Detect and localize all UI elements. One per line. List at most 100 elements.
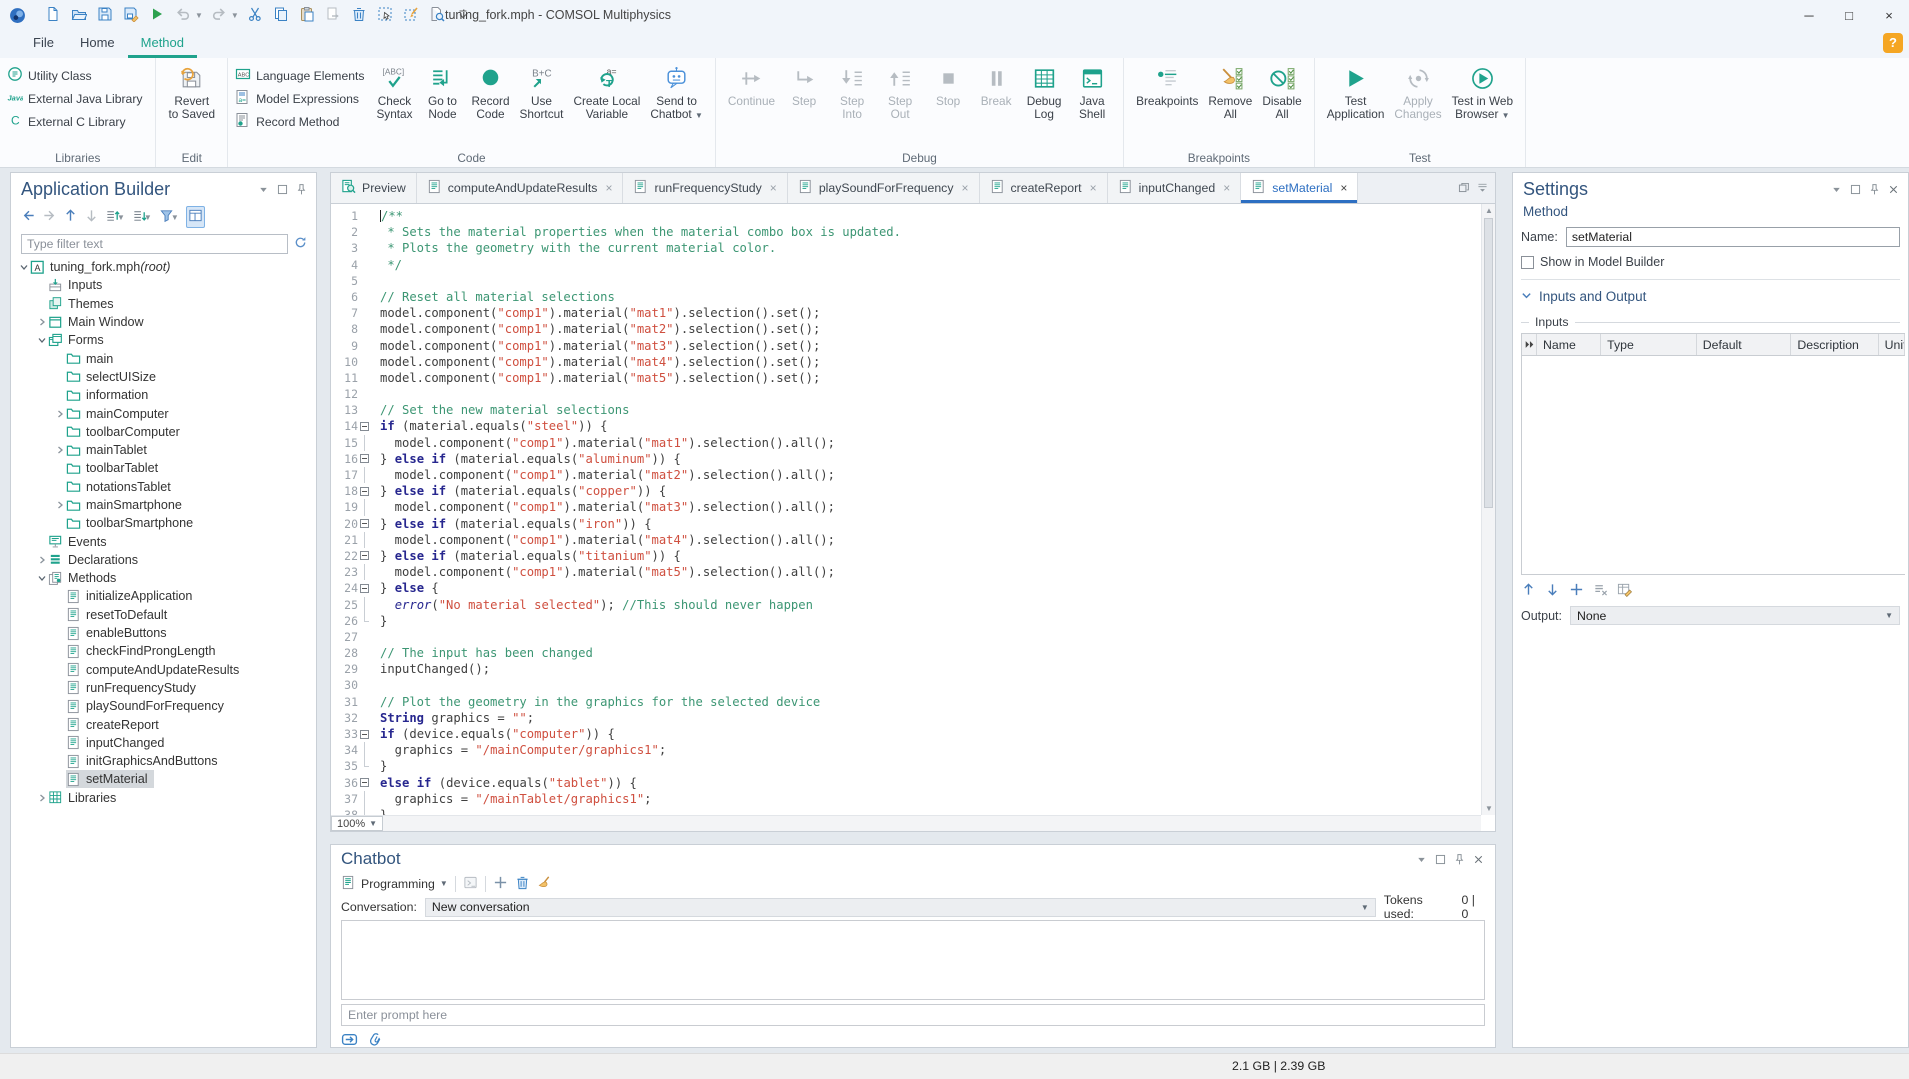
show-in-model-builder-checkbox[interactable] (1521, 256, 1534, 269)
chevron-down-icon[interactable]: ▼ (117, 213, 125, 222)
float-editor-icon[interactable] (1457, 181, 1470, 197)
tab-method[interactable]: Method (128, 30, 197, 58)
clear-graphics-button[interactable] (400, 4, 422, 26)
tree-item-maintablet[interactable]: mainTablet (11, 441, 316, 459)
model-expressions-button[interactable]: a=Model Expressions (235, 89, 364, 108)
java-shell-button[interactable]: Java Shell (1068, 63, 1116, 121)
tree-item-runfrequencystudy[interactable]: runFrequencyStudy (11, 679, 316, 697)
editor-tab-createreport[interactable]: createReport× (980, 173, 1108, 203)
tree-item-libraries[interactable]: Libraries (11, 789, 316, 807)
chatbot-mode-dropdown[interactable]: Programming ▼ (341, 875, 448, 893)
scroll-up-icon[interactable]: ▲ (1482, 206, 1496, 215)
pin-panel-icon[interactable] (1867, 183, 1881, 197)
cut-button[interactable] (244, 4, 266, 26)
tree-item-enablebuttons[interactable]: enableButtons (11, 624, 316, 642)
tab-list-icon[interactable] (1476, 181, 1489, 197)
new-file-button[interactable] (42, 4, 64, 26)
editor-tab-runfrequencystudy[interactable]: runFrequencyStudy× (623, 173, 787, 203)
tree-item-playsoundforfrequency[interactable]: playSoundForFrequency (11, 697, 316, 715)
scrollbar-thumb[interactable] (1484, 218, 1493, 508)
tree-item-themes[interactable]: Themes (11, 295, 316, 313)
disable-all-button[interactable]: Disable All (1257, 63, 1306, 121)
select-frame-button[interactable] (374, 4, 396, 26)
tree-item-methods[interactable]: Methods (11, 569, 316, 587)
maximize-button[interactable]: □ (1829, 0, 1869, 30)
inputs-and-output-section-header[interactable]: Inputs and Output (1521, 286, 1900, 307)
tree-item-initializeapplication[interactable]: initializeApplication (11, 587, 316, 605)
utility-class-button[interactable]: Utility Class (7, 66, 142, 85)
caret-collapsed-icon[interactable] (35, 553, 48, 566)
output-select[interactable]: None ▼ (1570, 606, 1900, 625)
debug-log-button[interactable]: Debug Log (1020, 63, 1068, 121)
fold-box-icon[interactable] (358, 451, 372, 467)
fold-box-icon[interactable] (358, 548, 372, 564)
run-button[interactable] (146, 4, 168, 26)
send-prompt-icon[interactable] (341, 1031, 358, 1051)
attach-file-icon[interactable] (367, 1031, 384, 1051)
pin-panel-icon[interactable] (294, 183, 308, 197)
refresh-icon[interactable] (293, 235, 308, 253)
step-button[interactable]: Step (780, 63, 828, 108)
code-area[interactable]: 1/**2 * Sets the material properties whe… (331, 204, 1481, 815)
tree-filter-input[interactable] (21, 234, 288, 254)
chatbot-prompt-input[interactable] (341, 1004, 1485, 1026)
tree-item-forms[interactable]: Forms (11, 331, 316, 349)
save-as-button[interactable] (120, 4, 142, 26)
conversation-select[interactable]: New conversation ▼ (425, 898, 1376, 917)
caret-expanded-icon[interactable] (35, 334, 48, 347)
tree-item-inputs[interactable]: Inputs (11, 276, 316, 294)
close-tab-icon[interactable]: × (605, 181, 612, 195)
tree-item-createreport[interactable]: createReport (11, 715, 316, 733)
remove-all-button[interactable]: Remove All (1203, 63, 1257, 121)
minimize-button[interactable]: ─ (1789, 0, 1829, 30)
save-button[interactable] (94, 4, 116, 26)
inputs-table-column-default[interactable]: Default (1697, 334, 1792, 355)
tree-item-toolbartablet[interactable]: toolbarTablet (11, 459, 316, 477)
record-code-button[interactable]: Record Code (466, 63, 514, 121)
step-out-button[interactable]: Step Out (876, 63, 924, 121)
tab-home[interactable]: Home (67, 30, 128, 58)
redo-button[interactable] (208, 4, 230, 26)
inputs-table-column-type[interactable]: Type (1601, 334, 1697, 355)
paste-button[interactable] (296, 4, 318, 26)
check-syntax-button[interactable]: [ABC]Check Syntax (370, 63, 418, 121)
edit-table-button[interactable] (1617, 582, 1632, 600)
scroll-down-icon[interactable]: ▼ (1482, 804, 1496, 813)
pin-panel-icon[interactable] (1452, 852, 1466, 866)
caret-expanded-icon[interactable] (17, 261, 30, 274)
tree-item-events[interactable]: Events (11, 532, 316, 550)
fold-box-icon[interactable] (358, 775, 372, 791)
step-into-button[interactable]: Step Into (828, 63, 876, 121)
editor-tab-inputchanged[interactable]: inputChanged× (1108, 173, 1242, 203)
caret-collapsed-icon[interactable] (53, 407, 66, 420)
tree-item-toolbarcomputer[interactable]: toolbarComputer (11, 423, 316, 441)
close-panel-icon[interactable] (1886, 183, 1900, 197)
method-name-input[interactable] (1566, 227, 1900, 247)
tab-file[interactable]: File (20, 30, 67, 58)
new-conversation-icon[interactable] (493, 875, 508, 893)
tree-item-initgraphicsandbuttons[interactable]: initGraphicsAndButtons (11, 752, 316, 770)
fold-box-icon[interactable] (358, 580, 372, 596)
toggle-editor-button[interactable] (186, 206, 205, 228)
tree-item-checkfindpronglength[interactable]: checkFindProngLength (11, 642, 316, 660)
move-up-button[interactable] (63, 208, 78, 226)
move-up-button[interactable] (1521, 582, 1536, 600)
tree-item-notationstablet[interactable]: notationsTablet (11, 478, 316, 496)
panel-menu-icon[interactable] (1414, 852, 1428, 866)
inputs-table-body[interactable] (1522, 356, 1905, 574)
tree-item-maincomputer[interactable]: mainComputer (11, 404, 316, 422)
panel-menu-icon[interactable] (1829, 183, 1843, 197)
chevron-down-icon[interactable]: ▼ (195, 11, 203, 20)
delete-conversation-icon[interactable] (515, 875, 530, 893)
external-java-library-button[interactable]: JavaExternal Java Library (7, 89, 142, 108)
filter-button[interactable]: ▼ (159, 208, 180, 226)
go-to-node-button[interactable]: Go to Node (418, 63, 466, 121)
close-tab-icon[interactable]: × (961, 181, 968, 195)
tree-item-mainsmartphone[interactable]: mainSmartphone (11, 496, 316, 514)
apply-changes-button[interactable]: Apply Changes (1389, 63, 1446, 121)
float-panel-icon[interactable] (1848, 183, 1862, 197)
tree-item-toolbarsmartphone[interactable]: toolbarSmartphone (11, 514, 316, 532)
inputs-table-column-name[interactable]: Name (1537, 334, 1601, 355)
tree-item-main[interactable]: main (11, 349, 316, 367)
clear-conversation-broom-icon[interactable] (537, 875, 552, 893)
